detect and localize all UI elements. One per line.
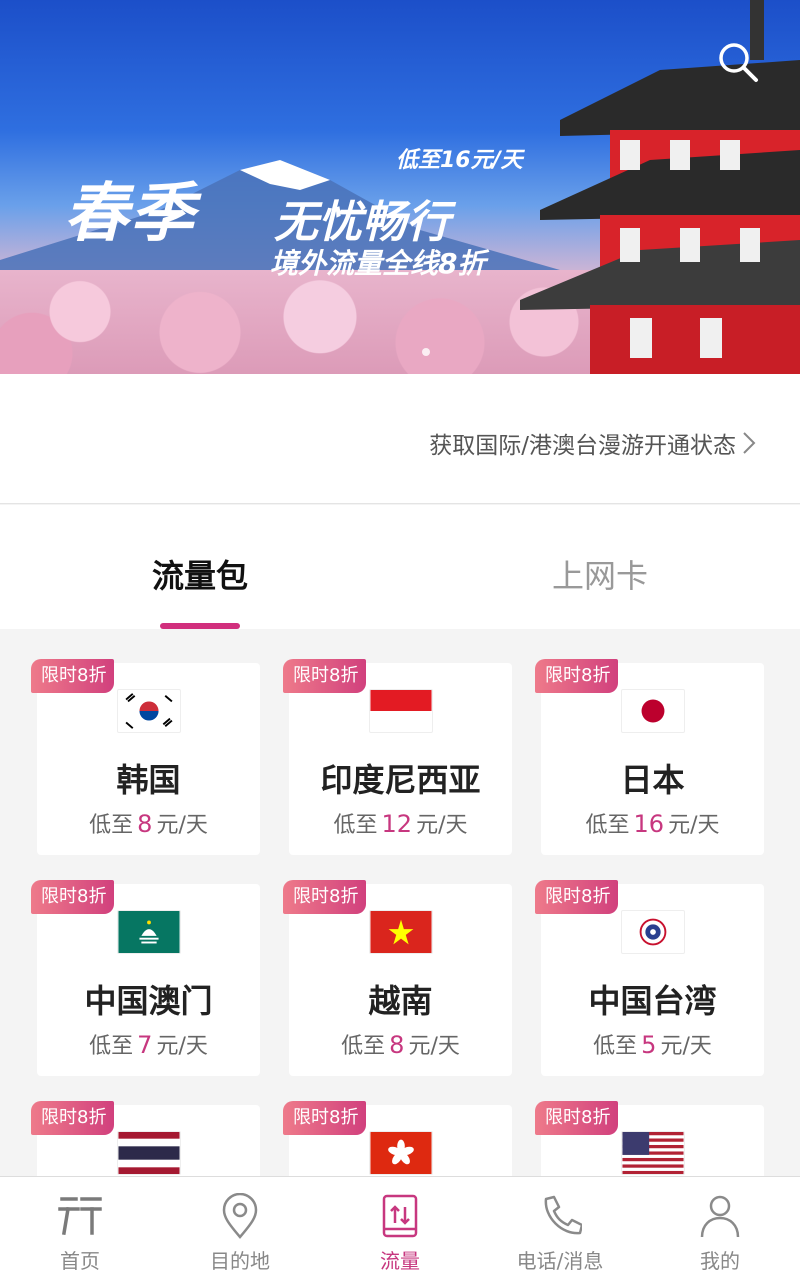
user-icon — [700, 1195, 740, 1238]
search-icon[interactable] — [716, 40, 760, 84]
destination-name: 中国台湾 — [588, 982, 717, 1020]
destination-price: 低至 8 元/天 — [289, 1028, 512, 1060]
discount-badge: 限时8折 — [535, 1101, 619, 1135]
roaming-status-label: 获取国际/港澳台漫游开通状态 — [429, 433, 736, 459]
korea-flag-icon — [117, 689, 181, 733]
macau-flag-icon — [117, 910, 181, 954]
price-value: 7 — [137, 1031, 153, 1059]
nav-item-phone[interactable]: 电话/消息 — [480, 1177, 640, 1279]
price-suffix: 元/天 — [408, 1034, 460, 1059]
nav-item-home[interactable]: 首页 — [0, 1177, 160, 1279]
carousel-dot — [422, 348, 430, 356]
price-prefix: 低至 — [89, 813, 134, 838]
destination-card-usa[interactable]: 限时8折 — [535, 1101, 764, 1177]
destination-card-vietnam[interactable]: 限时8折 越南 低至 8 元/天 — [283, 880, 512, 1076]
banner-headline-mid: 无忧畅行 — [274, 197, 450, 248]
nav-item-data[interactable]: 流量 — [320, 1177, 480, 1279]
destination-price: 低至 12 元/天 — [289, 807, 512, 839]
price-suffix: 元/天 — [156, 1034, 208, 1059]
destination-price: 低至 16 元/天 — [541, 807, 764, 839]
destination-name: 中国澳门 — [84, 982, 213, 1020]
product-tabs: 流量包 上网卡 — [0, 505, 800, 629]
vietnam-flag-icon — [369, 910, 433, 954]
destination-card-macau[interactable]: 限时8折 中国澳门 低至 7 元/天 — [31, 880, 260, 1076]
nav-label: 首页 — [60, 1249, 100, 1273]
banner-headline-sub: 境外流量全线8折 — [270, 247, 486, 280]
price-suffix: 元/天 — [668, 813, 720, 838]
nav-item-profile[interactable]: 我的 — [640, 1177, 800, 1279]
price-value: 8 — [137, 810, 153, 838]
price-suffix: 元/天 — [416, 813, 468, 838]
usa-flag-icon — [621, 1131, 685, 1175]
phone-icon — [544, 1195, 582, 1235]
banner-price-tag: 低至16元/天 — [396, 148, 523, 173]
thailand-flag-icon — [117, 1131, 181, 1175]
price-value: 8 — [389, 1031, 405, 1059]
data-traffic-icon — [382, 1194, 418, 1238]
destination-name: 印度尼西亚 — [320, 761, 481, 799]
destination-name: 越南 — [368, 982, 433, 1020]
banner-headline-big: 春季 — [64, 177, 196, 251]
discount-badge: 限时8折 — [31, 659, 115, 693]
nav-label: 我的 — [700, 1249, 740, 1273]
hongkong-flag-icon — [369, 1131, 433, 1175]
tab-data-package[interactable]: 流量包 — [0, 551, 400, 597]
price-prefix: 低至 — [333, 813, 378, 838]
nav-label: 目的地 — [210, 1249, 270, 1273]
location-pin-icon — [222, 1193, 258, 1239]
destination-grid: 限时8折 韩国 低至 8 元/天 限时8折 印度尼西亚 低至 12 元/天 限时8折 日… — [0, 629, 800, 1177]
roaming-status-link[interactable]: 获取国际/港澳台漫游开通状态 — [429, 426, 756, 460]
indonesia-flag-icon — [369, 689, 433, 733]
nav-label: 流量 — [380, 1249, 420, 1273]
nav-label: 电话/消息 — [516, 1249, 604, 1273]
destination-card-korea[interactable]: 限时8折 韩国 低至 8 元/天 — [31, 659, 260, 855]
destination-card-indonesia[interactable]: 限时8折 印度尼西亚 低至 12 元/天 — [283, 659, 512, 855]
destination-price: 低至 7 元/天 — [37, 1028, 260, 1060]
discount-badge: 限时8折 — [283, 880, 367, 914]
destination-name: 日本 — [620, 761, 685, 799]
destination-card-japan[interactable]: 限时8折 日本 低至 16 元/天 — [535, 659, 764, 855]
discount-badge: 限时8折 — [31, 880, 115, 914]
chevron-right-icon — [743, 432, 756, 454]
bottom-navigation: 首页 目的地 流量 电话/消息 我的 — [0, 1176, 800, 1279]
destination-price: 低至 5 元/天 — [541, 1028, 764, 1060]
discount-badge: 限时8折 — [283, 1101, 367, 1135]
discount-badge: 限时8折 — [535, 880, 619, 914]
japan-flag-icon — [621, 689, 685, 733]
discount-badge: 限时8折 — [31, 1101, 115, 1135]
price-prefix: 低至 — [585, 813, 630, 838]
nav-item-destination[interactable]: 目的地 — [160, 1177, 320, 1279]
destination-name: 韩国 — [116, 761, 181, 799]
price-suffix: 元/天 — [660, 1034, 712, 1059]
price-prefix: 低至 — [341, 1034, 386, 1059]
price-prefix: 低至 — [89, 1034, 134, 1059]
destination-card-hongkong[interactable]: 限时8折 — [283, 1101, 512, 1177]
destination-price: 低至 8 元/天 — [37, 807, 260, 839]
home-icon — [58, 1197, 102, 1236]
price-value: 16 — [633, 810, 665, 838]
price-suffix: 元/天 — [156, 813, 208, 838]
destination-card-taiwan[interactable]: 限时8折 中国台湾 低至 5 元/天 — [535, 880, 764, 1076]
price-prefix: 低至 — [593, 1034, 638, 1059]
taiwan-flag-icon — [621, 910, 685, 954]
roaming-status-row: 获取国际/港澳台漫游开通状态 — [0, 374, 800, 504]
discount-badge: 限时8折 — [283, 659, 367, 693]
price-value: 5 — [641, 1031, 657, 1059]
promo-banner[interactable]: 低至16元/天 春季 无忧畅行 境外流量全线8折 — [0, 0, 800, 374]
discount-badge: 限时8折 — [535, 659, 619, 693]
banner-headline: 春季 无忧畅行 境外流量全线8折 — [64, 177, 485, 280]
tab-sim-card[interactable]: 上网卡 — [400, 551, 800, 597]
destination-card-thailand[interactable]: 限时8折 — [31, 1101, 260, 1177]
carousel-indicator — [422, 348, 430, 356]
price-value: 12 — [381, 810, 413, 838]
